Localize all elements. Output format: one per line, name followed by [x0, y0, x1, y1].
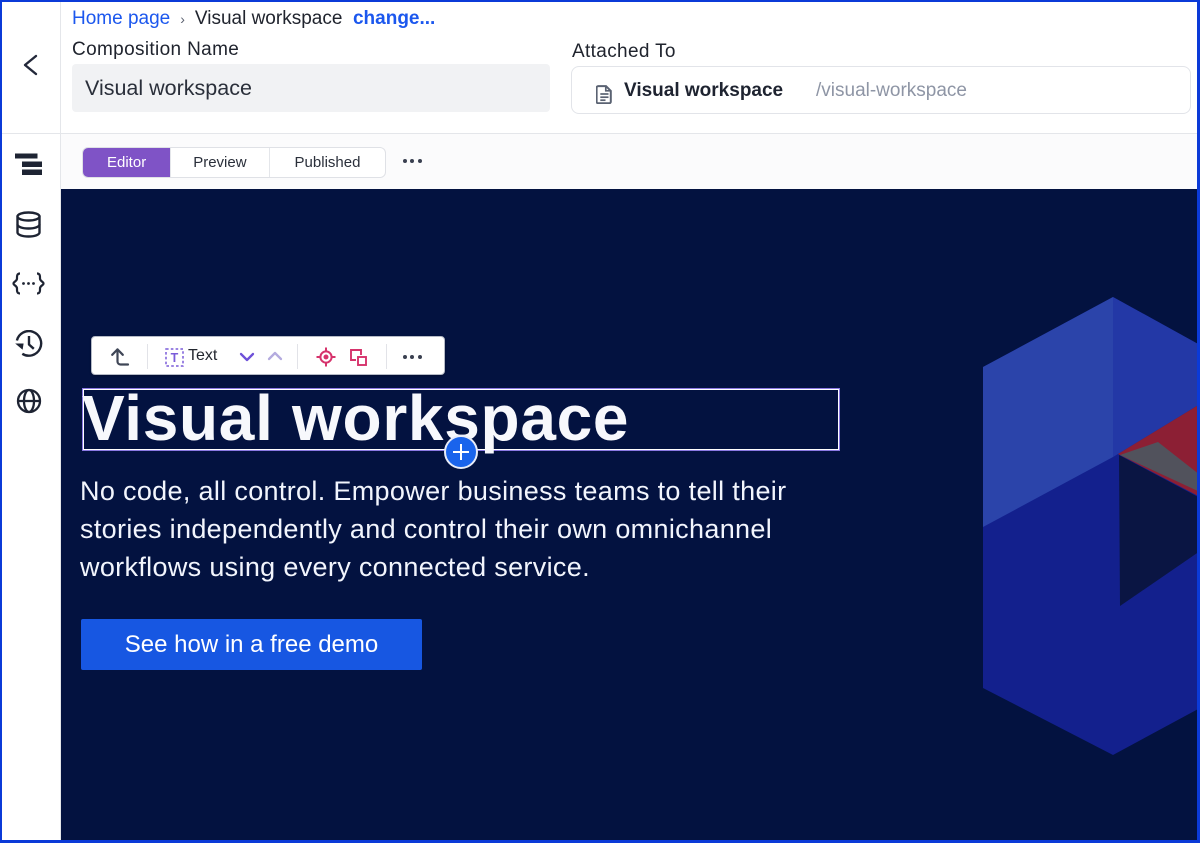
svg-text:T: T — [171, 351, 179, 365]
